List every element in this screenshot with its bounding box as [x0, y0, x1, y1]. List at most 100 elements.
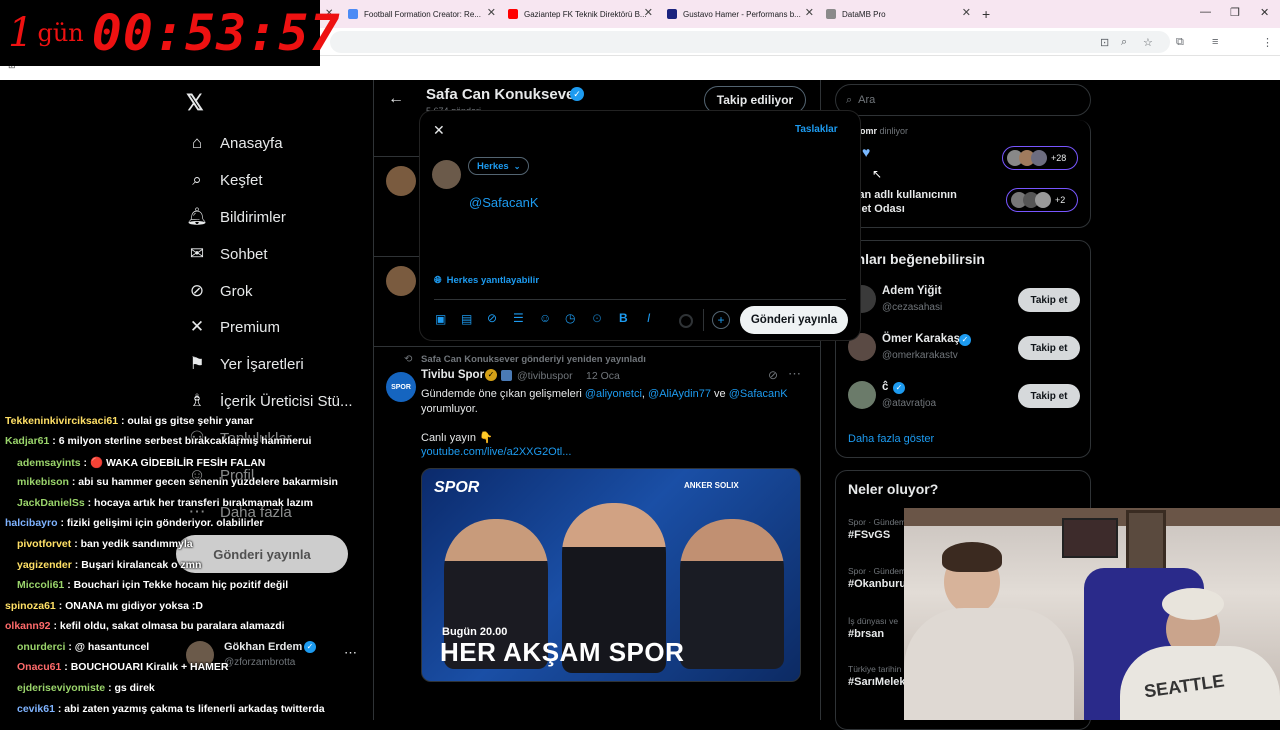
italic-icon[interactable]: I — [647, 311, 650, 325]
spaces-room-title[interactable]: rkan adlı kullanıcının hbet Odası — [848, 188, 957, 216]
back-arrow-icon[interactable]: ← — [388, 90, 404, 108]
chat-user: JackDanielSs — [17, 497, 85, 509]
follow-button[interactable]: Takip et — [1018, 336, 1080, 360]
trend-name[interactable]: #FSvGS — [848, 529, 890, 541]
add-post-icon[interactable]: + — [712, 311, 730, 329]
suggested-user-name[interactable]: ĉ — [882, 381, 888, 393]
nav-explore[interactable]: ⌕ Keşfet — [186, 169, 262, 191]
minimize-icon[interactable]: — — [1200, 6, 1211, 18]
browser-tab[interactable]: Gaziantep FK Teknik Direktörü B... ✕ — [502, 4, 657, 24]
search-icon: ⌕ — [192, 170, 202, 189]
schedule-icon[interactable]: ◷ — [565, 311, 575, 325]
nav-grok[interactable]: ⊘ Grok — [186, 280, 253, 302]
follow-button[interactable]: Takip et — [1018, 288, 1080, 312]
trend-context: Spor · Gündem — [848, 517, 907, 527]
browser-tab[interactable]: Football Formation Creator: Re... ✕ — [342, 4, 500, 24]
trend-name[interactable]: #Okanburu — [848, 578, 906, 590]
trend-name[interactable]: #SarıMelek — [848, 676, 905, 688]
chat-message: olkann92 : kefil oldu, sakat olmasa bu p… — [5, 620, 285, 632]
more-icon[interactable]: ⋯ — [788, 366, 801, 382]
reply-setting[interactable]: 🌐︎ Herkes yanıtlayabilir — [434, 275, 539, 286]
trend-name[interactable]: #brsan — [848, 628, 884, 640]
close-icon[interactable]: ✕ — [805, 8, 814, 19]
nav-notifications[interactable]: 🔔︎ Bildirimler — [186, 206, 286, 228]
compose-modal: ✕ Taslaklar Herkes ⌄ @SafacanK 🌐︎ Herkes… — [420, 111, 860, 340]
close-icon[interactable]: ✕ — [433, 122, 445, 139]
nav-label: Yer İşaretleri — [220, 355, 304, 373]
media-icon[interactable]: ≡ — [1212, 36, 1218, 48]
close-icon[interactable]: ✕ — [962, 8, 971, 19]
nav-messages[interactable]: ✉ Sohbet — [186, 243, 268, 265]
browser-tab[interactable]: Gustavo Hamer - Performans b... ✕ — [661, 4, 818, 24]
spaces-listener-name: omr — [860, 126, 878, 136]
mention-link[interactable]: @aliyonetci — [585, 388, 642, 400]
poll-icon[interactable]: ☰ — [513, 311, 524, 325]
spaces-listener-suffix: dinliyor — [879, 126, 909, 136]
audience-selector[interactable]: Herkes ⌄ — [468, 157, 530, 175]
browser-tab[interactable]: DataMB Pro ✕ — [820, 4, 975, 24]
nav-premium[interactable]: ✕ Premium — [186, 316, 280, 338]
tweet-link[interactable]: youtube.com/live/a2XXG2Otl... — [421, 446, 571, 458]
avatar[interactable]: SPOR — [386, 372, 416, 402]
person-figure — [904, 608, 1074, 720]
divider — [374, 346, 820, 347]
spaces-avatars[interactable]: +28 — [1002, 146, 1078, 170]
home-icon: ⌂ — [191, 133, 203, 152]
new-tab-button[interactable]: + — [982, 6, 990, 22]
close-window-icon[interactable]: ✕ — [1260, 6, 1269, 19]
follow-button[interactable]: Takip et — [1018, 384, 1080, 408]
suggested-user-handle: @cezasahasi — [882, 302, 943, 313]
chat-text: : ONANA mı gidiyor yoksa :D — [58, 600, 204, 612]
spaces-count: +2 — [1055, 195, 1066, 205]
nav-label: Premium — [220, 318, 281, 336]
tweet-author[interactable]: Tivibu Spor — [421, 369, 484, 381]
tweet-handle: @tivibuspor — [517, 370, 573, 382]
search-input[interactable]: ⌕ Ara — [835, 84, 1091, 116]
avatar[interactable] — [848, 381, 876, 409]
nav-bookmarks[interactable]: ⚑ Yer İşaretleri — [186, 353, 304, 375]
extensions-icon[interactable]: ⧉ — [1176, 36, 1184, 49]
gif-icon[interactable]: ▤ — [461, 312, 472, 326]
mention-link[interactable]: @SafacanK — [729, 388, 788, 400]
image-brand: SPOR — [434, 479, 480, 496]
mention-link[interactable]: @AliAydin77 — [648, 388, 711, 400]
grok-icon[interactable]: ⊘ — [768, 368, 778, 382]
close-icon[interactable]: ✕ — [487, 8, 496, 19]
post-button[interactable]: Gönderi yayınla — [740, 306, 848, 334]
chat-message: spinoza61 : ONANA mı gidiyor yoksa :D — [5, 600, 203, 612]
location-icon[interactable]: ⊙ — [592, 311, 602, 325]
show-more-link[interactable]: Daha fazla göster — [848, 433, 934, 445]
close-icon[interactable]: ✕ — [644, 8, 653, 19]
bold-icon[interactable]: B — [619, 311, 628, 325]
image-icon[interactable]: ▣ — [435, 312, 446, 326]
drafts-button[interactable]: Taslaklar — [795, 124, 838, 135]
chat-message: Onacu61 : BOUCHOUARI Kiralık + HAMER — [17, 661, 229, 673]
verified-badge-icon: ✓ — [959, 334, 971, 346]
address-bar[interactable] — [330, 31, 1170, 53]
emoji-icon[interactable]: ☺ — [539, 311, 551, 325]
chat-message: cevik61 : abi zaten yazmış çakma ts life… — [17, 703, 325, 715]
heart-icon: ♥ — [862, 144, 871, 160]
compose-text[interactable]: @SafacanK — [469, 195, 539, 210]
install-icon[interactable]: ⊡ — [1100, 36, 1109, 49]
chat-user: olkann92 — [5, 620, 51, 632]
suggested-user-name[interactable]: Ömer Karakaş — [882, 333, 960, 345]
star-icon[interactable]: ☆ — [1143, 36, 1153, 49]
chat-user: mikebison — [17, 476, 69, 488]
menu-icon[interactable]: ⋮ — [1262, 36, 1273, 49]
trend-context: Spor · Gündem — [848, 566, 907, 576]
following-button[interactable]: Takip ediliyor — [704, 86, 806, 114]
tweet-media-image[interactable]: SPOR ANKER SOLIX Bugün 20.00 HER AKŞAM S… — [421, 468, 801, 682]
suggested-user-name[interactable]: Adem Yiğit — [882, 285, 941, 297]
chat-user: pivotforvet — [17, 538, 72, 550]
zoom-icon[interactable]: ⌕ — [1121, 36, 1127, 49]
nav-label: Bildirimler — [220, 208, 286, 226]
spaces-avatars[interactable]: +2 — [1006, 188, 1078, 212]
avatar — [432, 160, 461, 189]
x-logo-icon[interactable]: 𝕏 — [186, 90, 204, 116]
chat-message: yagizender : Buşari kiralancak o zmn — [17, 559, 201, 571]
nav-home[interactable]: ⌂ Anasayfa — [186, 132, 283, 154]
chat-message: JackDanielSs : hocaya artık her transfer… — [17, 497, 313, 509]
restore-icon[interactable]: ❐ — [1230, 6, 1240, 19]
grok-icon[interactable]: ⊘ — [487, 311, 497, 325]
